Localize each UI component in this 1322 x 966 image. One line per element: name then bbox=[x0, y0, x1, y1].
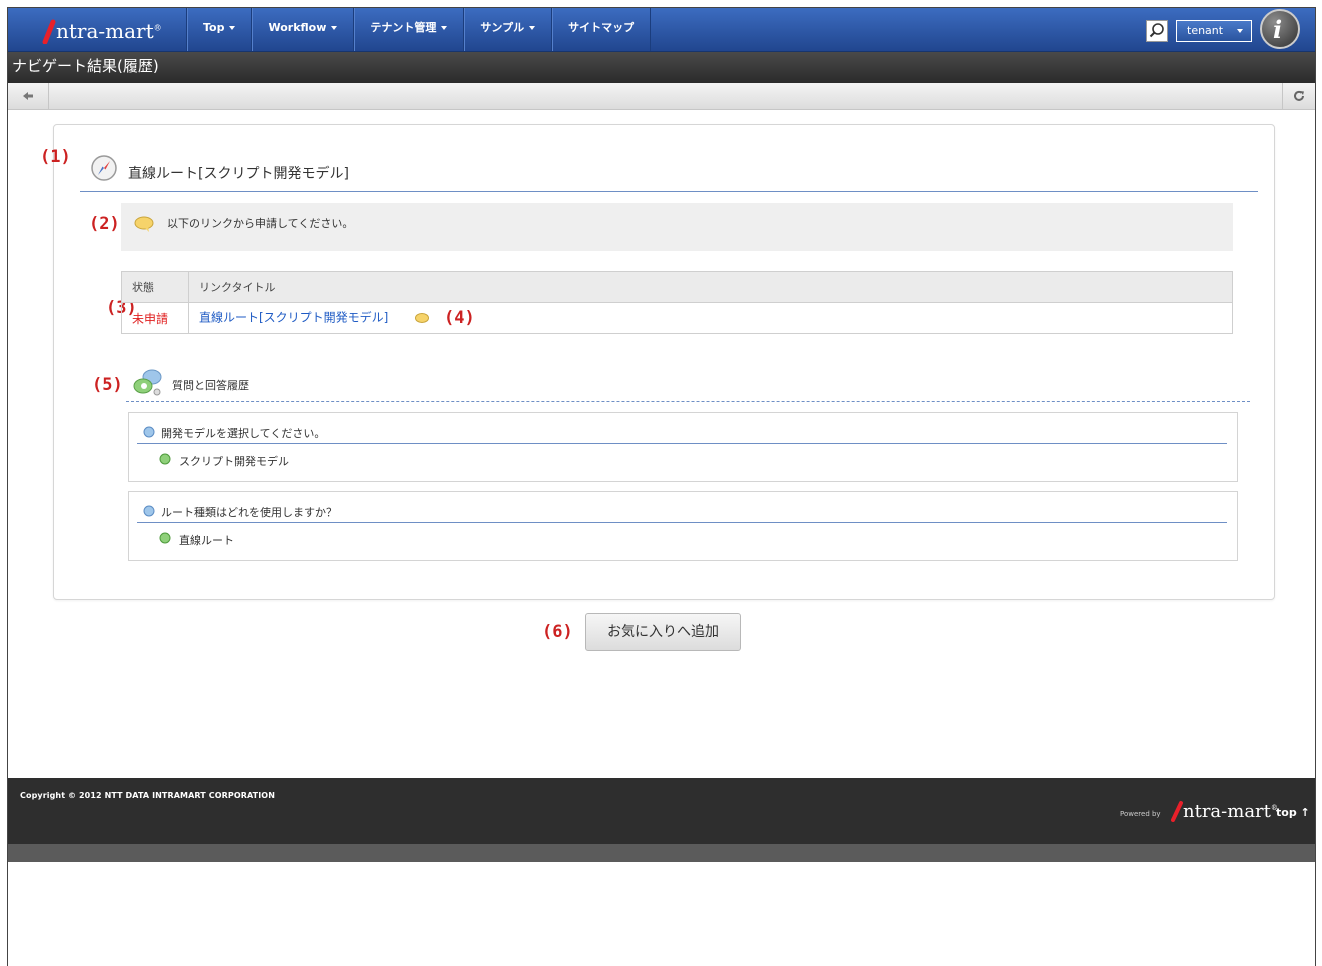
annotation-2: (2) bbox=[89, 214, 120, 234]
nav-item-label: テナント管理 bbox=[370, 21, 437, 34]
link-title-cell: 直線ルート[スクリプト開発モデル] (4) bbox=[188, 302, 1233, 334]
page-title: ナビゲート結果(履歴) bbox=[8, 52, 1315, 83]
route-link[interactable]: 直線ルート[スクリプト開発モデル] bbox=[199, 311, 388, 325]
footer-band bbox=[8, 844, 1315, 862]
logo-registered-mark: ® bbox=[153, 23, 162, 33]
qa-item: 開発モデルを選択してください。 スクリプト開発モデル bbox=[128, 412, 1238, 482]
caret-down-icon bbox=[229, 26, 236, 30]
qa-history-title: 質問と回答履歴 bbox=[172, 379, 249, 392]
table-row: 未申請 直線ルート[スクリプト開発モデル] (4) bbox=[121, 302, 1233, 334]
answer-bubble-icon bbox=[159, 453, 171, 465]
nav-item-sample[interactable]: サンプル bbox=[463, 8, 551, 51]
column-header-status: 状態 bbox=[121, 271, 189, 303]
tenant-label: tenant bbox=[1187, 24, 1224, 37]
back-to-top-link[interactable]: top ↑ bbox=[1276, 806, 1310, 819]
add-to-favorites-button[interactable]: お気に入りへ追加 bbox=[585, 613, 741, 651]
app-frame: ntra-mart® Top Workflow テナント管理 サンプル サイトマ… bbox=[7, 7, 1316, 966]
question-bubble-icon bbox=[143, 505, 155, 517]
annotation-1: (1) bbox=[40, 147, 71, 167]
search-button[interactable] bbox=[1146, 20, 1168, 42]
caret-down-icon bbox=[331, 26, 338, 30]
caret-down-icon bbox=[441, 26, 448, 30]
route-header: 直線ルート[スクリプト開発モデル] bbox=[80, 155, 1258, 192]
nav-item-label: Top bbox=[203, 21, 225, 34]
page-toolbar bbox=[8, 83, 1315, 110]
message-text: 以下のリンクから申請してください。 bbox=[167, 217, 354, 230]
nav-item-top[interactable]: Top bbox=[186, 8, 251, 51]
column-header-link-title: リンクタイトル bbox=[188, 271, 1233, 303]
link-table: 状態 リンクタイトル 未申請 直線ルート[スクリプト開発モデル] (4) bbox=[121, 271, 1233, 334]
caret-down-icon bbox=[1237, 29, 1243, 33]
footer-logo-text: ntra-mart bbox=[1183, 801, 1271, 822]
copyright-text: Copyright © 2012 NTT DATA INTRAMART CORP… bbox=[20, 791, 275, 800]
caret-down-icon bbox=[529, 26, 536, 30]
nav-item-tenant-management[interactable]: テナント管理 bbox=[353, 8, 463, 51]
svg-text:i: i bbox=[1273, 15, 1282, 44]
nav-item-label: Workflow bbox=[268, 21, 327, 34]
top-navigation-bar: ntra-mart® Top Workflow テナント管理 サンプル サイトマ… bbox=[8, 8, 1315, 52]
logo-i-icon bbox=[42, 18, 56, 45]
info-i-icon: i bbox=[1273, 15, 1282, 44]
answer-bubble-icon bbox=[159, 532, 171, 544]
refresh-icon bbox=[1294, 90, 1304, 101]
intra-mart-logo[interactable]: ntra-mart® bbox=[42, 18, 162, 45]
annotation-4: (4) bbox=[444, 308, 475, 328]
table-header-row: 状態 リンクタイトル bbox=[121, 271, 1233, 303]
qa-question: 開発モデルを選択してください。 bbox=[137, 423, 1227, 444]
compass-icon bbox=[91, 155, 117, 181]
navigate-result-panel: (1) 直線ルート[スクリプト開発モデル] (2) 以下のリンクから申請してくだ… bbox=[40, 124, 1275, 600]
footer: Copyright © 2012 NTT DATA INTRAMART CORP… bbox=[8, 778, 1315, 844]
chat-people-icon bbox=[133, 369, 162, 396]
logo-text: ntra-mart bbox=[56, 19, 154, 43]
arrow-left-icon bbox=[23, 91, 33, 100]
nav-item-sitemap[interactable]: サイトマップ bbox=[551, 8, 652, 51]
logo-i-icon bbox=[1171, 801, 1183, 822]
tenant-dropdown[interactable]: tenant bbox=[1176, 20, 1252, 42]
speech-bubble-icon bbox=[134, 216, 154, 232]
annotation-5: (5) bbox=[92, 375, 123, 395]
powered-by-text: Powered by bbox=[1120, 810, 1161, 818]
qa-history-header: 質問と回答履歴 bbox=[126, 367, 1250, 402]
nav-item-label: サンプル bbox=[480, 21, 525, 34]
qa-answer-text: 直線ルート bbox=[179, 534, 234, 547]
qa-question-text: ルート種類はどれを使用しますか？ bbox=[161, 506, 337, 519]
reload-button[interactable] bbox=[1282, 83, 1315, 109]
qa-answer-text: スクリプト開発モデル bbox=[179, 455, 289, 468]
status-cell: 未申請 bbox=[121, 302, 189, 334]
search-icon bbox=[1149, 23, 1164, 38]
route-title: 直線ルート[スクリプト開発モデル] bbox=[128, 166, 349, 182]
nav-item-workflow[interactable]: Workflow bbox=[251, 8, 353, 51]
question-bubble-icon bbox=[143, 426, 155, 438]
message-box: 以下のリンクから申請してください。 bbox=[121, 203, 1233, 251]
qa-item: ルート種類はどれを使用しますか？ 直線ルート bbox=[128, 491, 1238, 561]
comment-bubble-icon[interactable] bbox=[414, 312, 430, 325]
footer-logo: ntra-mart® bbox=[1171, 800, 1278, 822]
annotation-6: (6) bbox=[542, 622, 573, 642]
qa-question-text: 開発モデルを選択してください。 bbox=[161, 427, 326, 440]
user-avatar[interactable]: i bbox=[1260, 9, 1300, 49]
back-button[interactable] bbox=[8, 83, 49, 109]
qa-question: ルート種類はどれを使用しますか？ bbox=[137, 502, 1227, 523]
main-nav: Top Workflow テナント管理 サンプル サイトマップ bbox=[186, 8, 652, 51]
nav-item-label: サイトマップ bbox=[568, 21, 635, 34]
